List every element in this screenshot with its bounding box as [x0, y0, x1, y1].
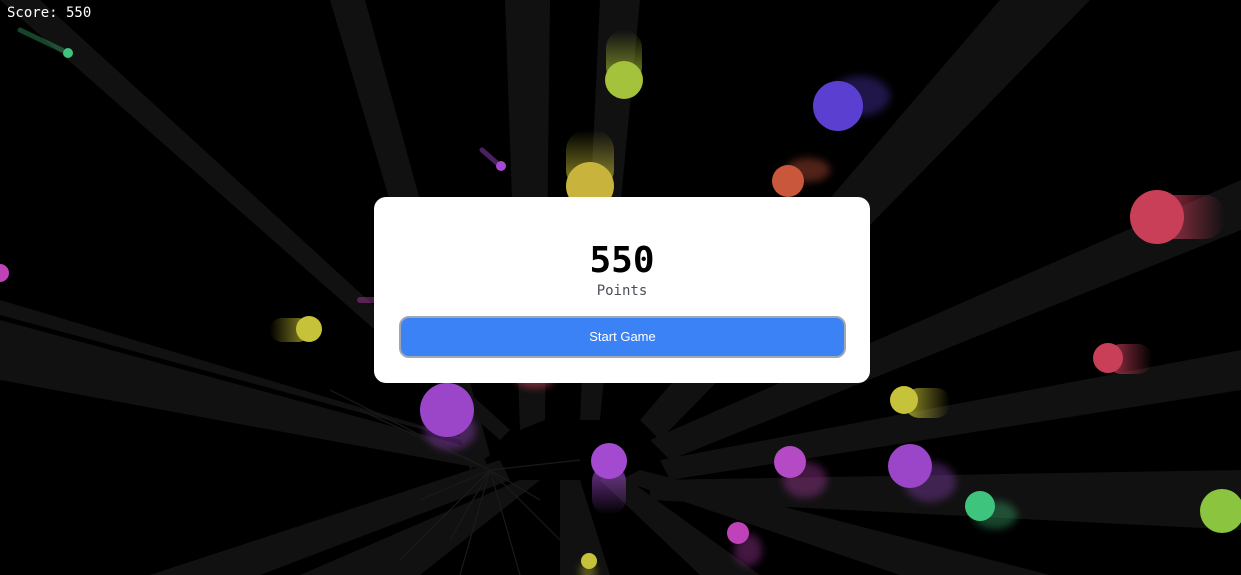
orb: [890, 386, 918, 414]
orb: [1093, 343, 1123, 373]
orb: [581, 553, 597, 569]
orb: [296, 316, 322, 342]
orb: [420, 383, 474, 437]
orb: [605, 61, 643, 99]
start-game-button[interactable]: Start Game: [399, 316, 846, 358]
orb: [63, 48, 73, 58]
orb: [888, 444, 932, 488]
score-display: Score: 550: [7, 5, 92, 21]
orb: [0, 264, 9, 282]
orb: [965, 491, 995, 521]
orb: [772, 165, 804, 197]
orb: [727, 522, 749, 544]
game-canvas[interactable]: Score: 550 550 Points Start Game: [0, 0, 1241, 575]
orb: [1130, 190, 1184, 244]
orb: [774, 446, 806, 478]
orb: [591, 443, 627, 479]
orb: [496, 161, 506, 171]
final-score: 550: [589, 240, 655, 281]
game-over-dialog: 550 Points Start Game: [374, 197, 870, 383]
points-label: Points: [596, 283, 648, 299]
orb: [813, 81, 863, 131]
